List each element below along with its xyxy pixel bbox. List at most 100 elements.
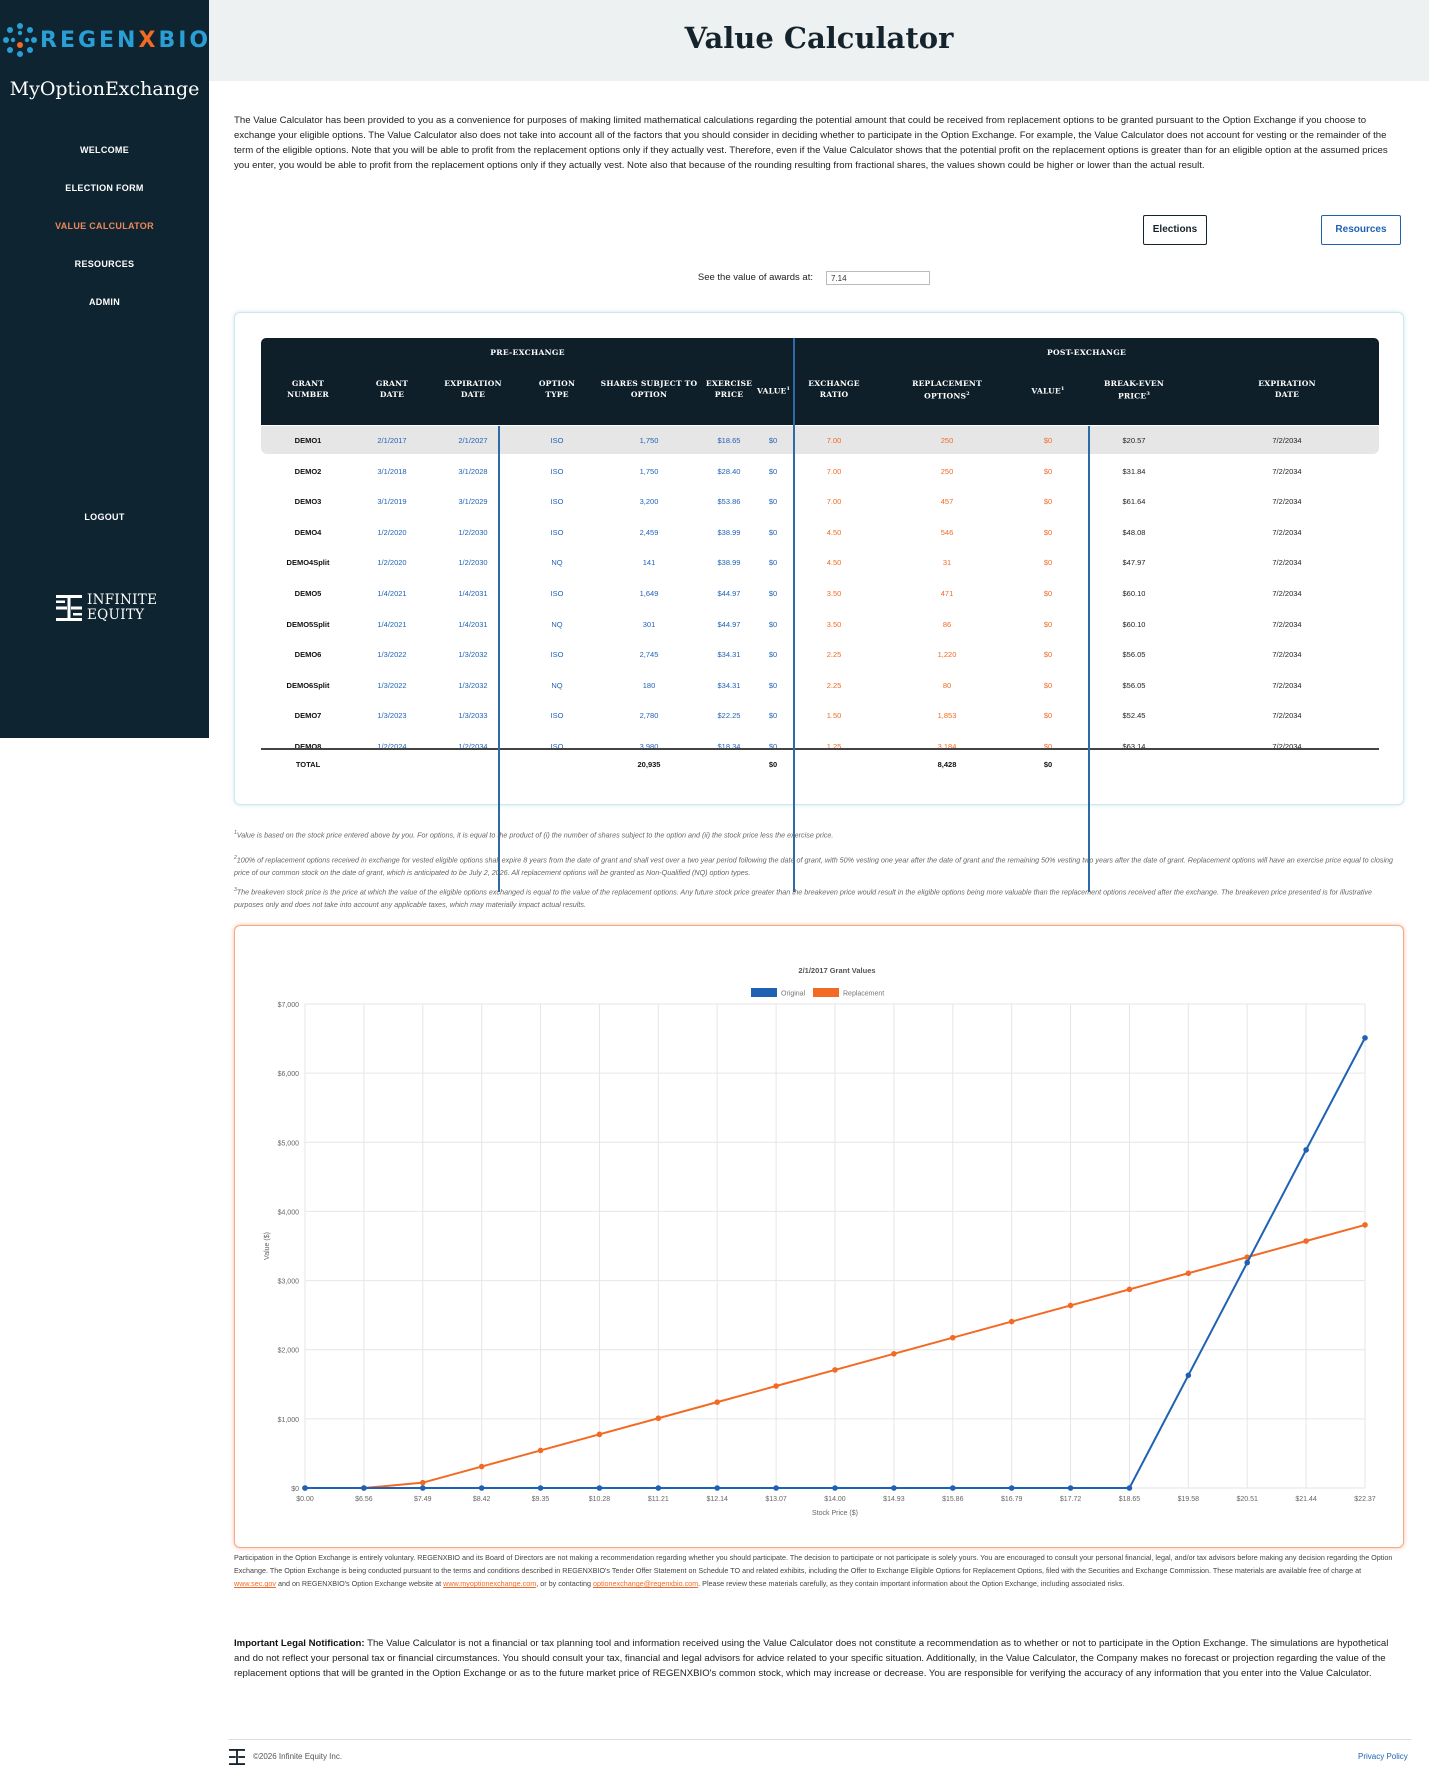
infinite-equity-footer-icon	[229, 1749, 245, 1765]
email-link[interactable]: optionexchange@regenxbio.com	[593, 1579, 698, 1588]
cell-replacement: 546	[940, 527, 954, 537]
cell-type: NQ	[551, 619, 563, 629]
x-tick-label: $6.56	[355, 1496, 373, 1503]
cell-exercise: $18.65	[717, 436, 741, 445]
cell-post-exp: 7/2/2034	[1272, 742, 1302, 751]
x-tick-label: $0.00	[296, 1496, 314, 1503]
cell-grant: DEMO7	[294, 711, 322, 721]
infinite-equity-logo-icon	[56, 595, 82, 621]
cell-exp-date: 1/2/2030	[458, 558, 488, 568]
legend-swatch	[813, 988, 839, 997]
cell-type: ISO	[550, 436, 564, 445]
footnote-1: 1Value is based on the stock price enter…	[234, 830, 834, 840]
nav-resources[interactable]: RESOURCES	[0, 259, 209, 269]
cell-breakeven: $60.10	[1122, 619, 1146, 629]
data-point	[1303, 1147, 1309, 1153]
cell-grant: DEMO6Split	[286, 680, 330, 690]
cell-type: ISO	[550, 466, 564, 476]
x-tick-label: $10.28	[589, 1496, 611, 1503]
y-axis-label: Value ($)	[264, 1232, 271, 1260]
cell-value: $0	[768, 527, 778, 537]
cell-replacement: 250	[940, 436, 954, 445]
stock-price-input[interactable]	[826, 271, 930, 285]
participation-notice: Participation in the Option Exchange is …	[234, 1553, 1393, 1589]
x-tick-label: $15.86	[942, 1496, 964, 1503]
column-divider	[1088, 426, 1090, 892]
data-point	[419, 1485, 426, 1491]
privacy-policy-link[interactable]: Privacy Policy	[1358, 1752, 1408, 1761]
resources-button[interactable]: Resources	[1321, 215, 1401, 245]
cell-grant-date: 3/1/2018	[377, 466, 407, 476]
cell-exercise: $28.40	[717, 466, 741, 476]
y-tick-label: $2,000	[278, 1348, 300, 1355]
elections-button[interactable]: Elections	[1143, 215, 1207, 245]
nav-admin[interactable]: ADMIN	[0, 297, 209, 307]
cell-breakeven: $63.14	[1122, 742, 1146, 751]
regenxbio-logo[interactable]: REGENXBIO	[0, 18, 209, 64]
nav-value-calculator[interactable]: VALUE CALCULATOR	[0, 221, 209, 231]
cell-exp-date: 1/3/2032	[458, 680, 488, 690]
cell-post-exp: 7/2/2034	[1272, 436, 1302, 445]
nav-logout[interactable]: LOGOUT	[0, 512, 209, 522]
cell-type: NQ	[551, 558, 563, 568]
cell-exp-date: 1/2/2034	[458, 742, 488, 751]
cell-ratio: 3.50	[826, 589, 842, 598]
column-divider	[498, 426, 500, 892]
cell-grant-date: 1/3/2023	[377, 711, 407, 721]
cell-ratio: 4.50	[826, 558, 842, 568]
cell-grant: DEMO8	[294, 742, 322, 751]
nav-election-form[interactable]: ELECTION FORM	[0, 183, 209, 193]
cell-grant: DEMO5Split	[286, 619, 330, 629]
cell-replacement: 250	[940, 466, 954, 476]
cell-type: ISO	[550, 527, 564, 537]
cell-grant-date: 1/3/2022	[377, 650, 407, 660]
cell-grant: DEMO5	[294, 589, 322, 598]
cell-post-exp: 7/2/2034	[1272, 680, 1302, 690]
cell-shares: 3,200	[639, 497, 659, 507]
cell-shares: 2,780	[639, 711, 659, 721]
cell-value: $0	[768, 619, 778, 629]
website-link[interactable]: www.myoptionexchange.com	[443, 1579, 536, 1588]
cell-post-value: $0	[1043, 742, 1053, 751]
cell-ratio: 1.25	[826, 742, 842, 751]
cell-shares: 141	[642, 558, 656, 568]
cell-value: $0	[768, 558, 778, 568]
regenxbio-logo-icon	[3, 23, 37, 57]
data-point	[478, 1485, 485, 1491]
cell-post-value: $0	[1043, 711, 1053, 721]
cell-type: NQ	[551, 680, 563, 690]
cell-breakeven: $47.97	[1122, 558, 1146, 568]
cell-grant-date: 1/2/2020	[377, 527, 407, 537]
cell-grant-date: 1/4/2021	[377, 619, 407, 629]
cell-breakeven: $20.57	[1122, 436, 1146, 445]
data-point	[832, 1485, 838, 1491]
cell-exercise: $34.31	[717, 650, 741, 660]
cell-type: ISO	[550, 650, 564, 660]
col-grant-number: GRANT NUMBER	[287, 379, 329, 399]
data-point	[714, 1399, 721, 1405]
x-tick-label: $13.07	[765, 1496, 787, 1503]
cell-ratio: 4.50	[826, 527, 842, 537]
x-tick-label: $12.14	[707, 1496, 729, 1503]
cell-breakeven: $56.05	[1122, 650, 1146, 660]
cell-exp-date: 2/1/2027	[458, 436, 488, 445]
data-point	[773, 1485, 779, 1491]
nav-welcome[interactable]: WELCOME	[0, 145, 209, 155]
total-replacement: 8,428	[937, 760, 957, 769]
data-point	[596, 1431, 603, 1438]
cell-post-value: $0	[1043, 619, 1053, 629]
cell-grant-date: 1/3/2022	[377, 680, 407, 690]
cell-grant: DEMO3	[294, 497, 322, 507]
cell-ratio: 1.50	[826, 711, 842, 721]
cell-replacement: 80	[942, 680, 952, 690]
data-point	[949, 1334, 956, 1341]
cell-shares: 1,649	[639, 589, 659, 598]
cell-exp-date: 1/4/2031	[458, 589, 488, 598]
pre-post-divider-header	[793, 338, 795, 426]
data-point	[478, 1463, 485, 1470]
cell-replacement: 3,184	[937, 742, 957, 751]
sec-link[interactable]: www.sec.gov	[234, 1579, 276, 1588]
cell-post-value: $0	[1043, 680, 1053, 690]
y-tick-label: $7,000	[278, 1002, 300, 1009]
cell-post-exp: 7/2/2034	[1272, 558, 1302, 568]
